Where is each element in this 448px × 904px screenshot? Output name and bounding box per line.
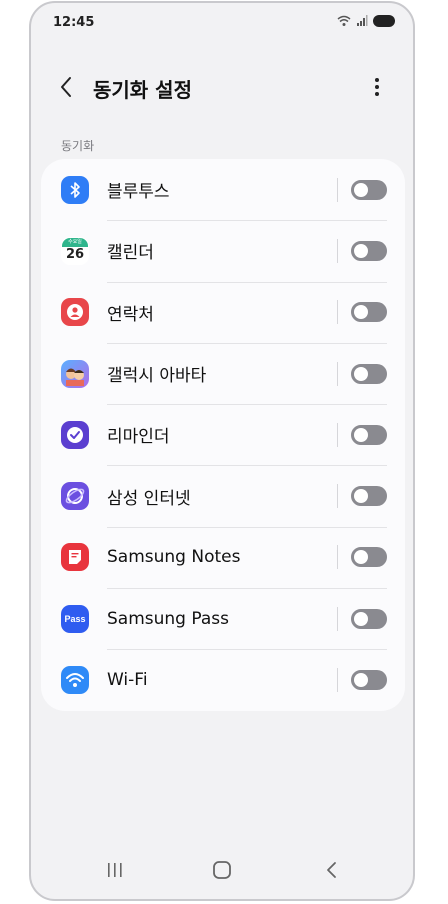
status-icons <box>337 15 395 27</box>
list-item-samsung-pass[interactable]: Pass Samsung Pass <box>41 588 405 649</box>
list-item-label: Samsung Notes <box>107 547 241 568</box>
list-item-reminder[interactable]: 리마인더 <box>41 404 405 465</box>
sync-toggle[interactable] <box>351 363 387 384</box>
samsung-pass-icon: Pass <box>61 604 89 633</box>
divider <box>337 177 338 202</box>
list-item-contacts[interactable]: 연락처 <box>41 281 405 343</box>
page-title: 동기화 설정 <box>93 78 192 102</box>
signal-icon <box>357 15 368 26</box>
sync-toggle[interactable] <box>351 670 387 691</box>
list-item-label: 캘린더 <box>107 243 154 264</box>
status-time: 12:45 <box>53 15 95 30</box>
list-item-label: Wi-Fi <box>107 670 148 691</box>
samsung-notes-icon <box>61 543 89 572</box>
home-button[interactable] <box>211 859 233 885</box>
toggle-knob <box>354 243 368 258</box>
toggle-knob <box>354 550 368 565</box>
list-item-calendar[interactable]: 수요일 26 캘린더 <box>41 220 405 281</box>
toggle-knob <box>354 305 368 320</box>
list-item-samsung-notes[interactable]: Samsung Notes <box>41 526 405 588</box>
home-icon <box>213 861 231 879</box>
divider <box>337 606 338 631</box>
more-options-button[interactable] <box>365 75 389 99</box>
status-bar: 12:45 <box>31 3 413 43</box>
toggle-knob <box>354 673 368 688</box>
toggle-knob <box>354 182 368 197</box>
wifi-icon <box>61 666 89 695</box>
phone-frame: 12:45 동기화 설정 동기화 블루투스 수요일 26 캘린더 연락처 갤럭시… <box>29 1 415 901</box>
navigation-bar <box>31 845 413 899</box>
sync-list-card: 블루투스 수요일 26 캘린더 연락처 갤럭시 아바타 리마인더 삼성 인터넷 … <box>41 159 405 711</box>
sync-toggle[interactable] <box>351 424 387 445</box>
divider <box>337 545 338 570</box>
list-item-label: 리마인더 <box>107 427 170 448</box>
samsung-internet-icon <box>61 482 89 511</box>
divider <box>337 422 338 447</box>
divider <box>337 300 338 325</box>
section-label: 동기화 <box>61 139 95 153</box>
nav-back-button[interactable] <box>321 859 343 885</box>
recent-apps-icon <box>108 863 122 877</box>
divider <box>337 361 338 386</box>
list-item-label: 연락처 <box>107 304 154 325</box>
recent-apps-button[interactable] <box>104 859 126 885</box>
reminder-icon <box>61 420 89 449</box>
toggle-knob <box>354 366 368 381</box>
battery-icon <box>373 15 395 27</box>
sync-toggle[interactable] <box>351 302 387 323</box>
pass-icon-text: Pass <box>64 613 86 624</box>
divider <box>337 484 338 509</box>
sync-toggle[interactable] <box>351 240 387 261</box>
divider <box>337 668 338 693</box>
divider <box>337 238 338 263</box>
back-button[interactable] <box>55 75 79 99</box>
list-item-label: Samsung Pass <box>107 608 229 629</box>
list-item-label: 갤럭시 아바타 <box>107 366 207 387</box>
calendar-icon-weekday: 수요일 <box>62 238 88 248</box>
calendar-icon-day: 26 <box>65 247 85 263</box>
wifi-status-icon <box>337 15 351 26</box>
list-item-samsung-internet[interactable]: 삼성 인터넷 <box>41 465 405 526</box>
app-bar: 동기화 설정 <box>31 65 413 109</box>
toggle-knob <box>354 489 368 504</box>
sync-toggle[interactable] <box>351 486 387 507</box>
more-vertical-icon <box>375 78 379 96</box>
sync-toggle[interactable] <box>351 608 387 629</box>
contacts-icon <box>61 298 89 327</box>
list-item-label: 블루투스 <box>107 182 170 203</box>
list-item-galaxy-avatar[interactable]: 갤럭시 아바타 <box>41 342 405 404</box>
bluetooth-icon <box>61 175 89 204</box>
galaxy-avatar-icon <box>61 359 89 388</box>
chevron-left-icon <box>61 77 71 97</box>
sync-toggle[interactable] <box>351 179 387 200</box>
chevron-left-icon <box>327 862 336 878</box>
list-item-wifi[interactable]: Wi-Fi <box>41 649 405 710</box>
calendar-icon: 수요일 26 <box>61 236 89 265</box>
toggle-knob <box>354 427 368 442</box>
sync-toggle[interactable] <box>351 547 387 568</box>
list-item-bluetooth[interactable]: 블루투스 <box>41 159 405 220</box>
toggle-knob <box>354 611 368 626</box>
list-item-label: 삼성 인터넷 <box>107 488 191 509</box>
